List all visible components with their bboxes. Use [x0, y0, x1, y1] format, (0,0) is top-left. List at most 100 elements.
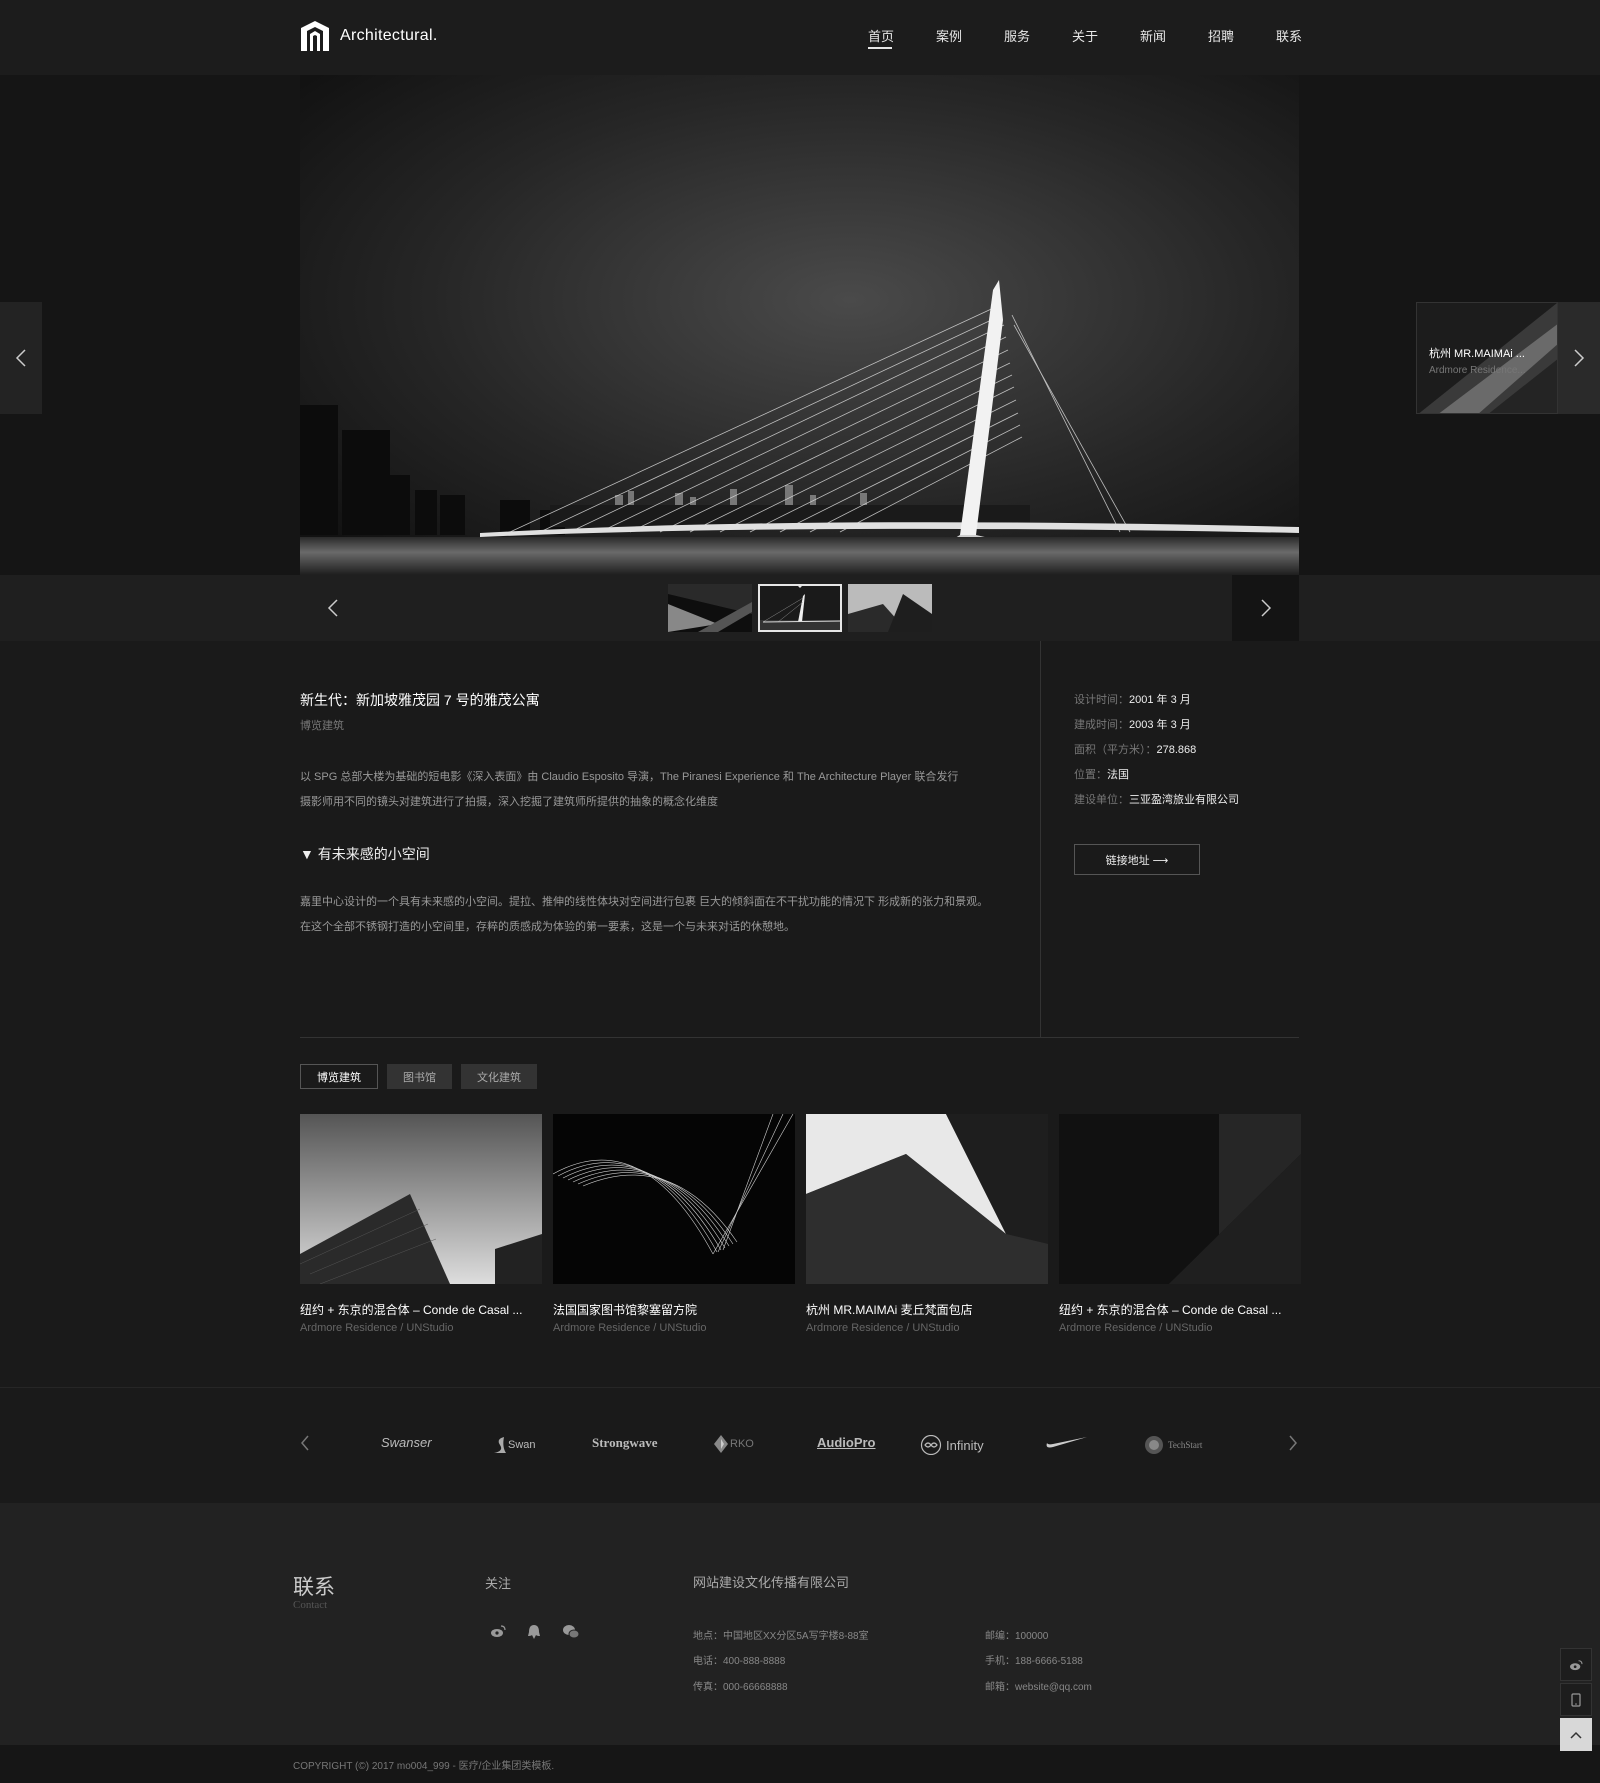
body-text-2: 在这个全部不锈钢打造的小空间里，存粹的质感成为体验的第一要素，这是一个与未来对话…	[300, 921, 795, 933]
float-mobile-button[interactable]	[1560, 1683, 1592, 1716]
site-header: Architectural. 首页 案例 服务 关于 新闻 招聘 联系	[0, 0, 1600, 75]
hero-prev-button[interactable]	[0, 302, 42, 414]
nav-item-contact[interactable]: 联系	[1276, 26, 1344, 45]
intro-text-1: 以 SPG 总部大楼为基础的短电影《深入表面》由 Claudio Esposit…	[300, 771, 959, 783]
wechat-icon[interactable]	[562, 1624, 580, 1640]
footer-contact-title: 联系	[293, 1575, 335, 1599]
brands-next-button[interactable]	[1288, 1434, 1298, 1457]
nav-item-news[interactable]: 新闻	[1140, 26, 1208, 45]
thumbnail-1[interactable]	[668, 584, 752, 632]
meta-location: 位置：法国	[1074, 769, 1129, 781]
brand-strongwave[interactable]: Strongwave	[592, 1435, 657, 1451]
brand-nike[interactable]	[1045, 1435, 1087, 1449]
card-title: 纽约 + 东京的混合体 – Conde de Casal ...	[300, 1303, 523, 1317]
techstart-badge-icon	[1145, 1436, 1163, 1454]
main-nav: 首页 案例 服务 关于 新闻 招聘 联系	[868, 26, 1344, 49]
floating-toolbar	[1560, 1648, 1592, 1753]
card-title: 法国国家图书馆黎塞留方院	[553, 1303, 698, 1317]
card-subtitle: Ardmore Residence / UNStudio	[806, 1322, 960, 1334]
thumbnail-list	[668, 584, 932, 632]
chevron-left-icon	[327, 599, 338, 617]
card-subtitle: Ardmore Residence / UNStudio	[553, 1322, 707, 1334]
logo[interactable]: Architectural.	[299, 20, 438, 52]
meta-design-time: 设计时间：2001 年 3 月	[1074, 694, 1191, 706]
brand-rko[interactable]: RKO	[714, 1435, 754, 1453]
copyright-text: COPYRIGHT (©) 2017 mo004_999 - 医疗/企业集团类模…	[293, 1761, 555, 1772]
footer-contact-subtitle: Contact	[293, 1599, 328, 1611]
brands-prev-button[interactable]	[300, 1434, 310, 1457]
chevron-left-icon	[301, 1435, 309, 1451]
float-weibo-button[interactable]	[1560, 1648, 1592, 1681]
project-meta: 设计时间：2001 年 3 月 建成时间：2003 年 3 月 面积（平方米）：…	[1074, 688, 1239, 813]
brand-infinity-label: Infinity	[946, 1437, 984, 1453]
tab-expo-architecture[interactable]: 博览建筑	[300, 1064, 378, 1089]
nav-item-services[interactable]: 服务	[1004, 26, 1072, 45]
footer-phone: 电话：400-888-8888	[693, 1656, 786, 1667]
back-to-top-button[interactable]	[1560, 1718, 1592, 1751]
section-heading: ▼ 有未来感的小空间	[300, 846, 430, 862]
card-title: 纽约 + 东京的混合体 – Conde de Casal ...	[1059, 1303, 1282, 1317]
meta-built-time: 建成时间：2003 年 3 月	[1074, 719, 1191, 731]
chevron-right-icon	[1260, 599, 1271, 617]
nav-item-home[interactable]: 首页	[868, 26, 936, 49]
mobile-icon	[1571, 1692, 1581, 1707]
thumbnail-3[interactable]	[848, 584, 932, 632]
nike-swoosh-icon	[1046, 1437, 1087, 1448]
infinity-icon	[920, 1435, 942, 1455]
arrow-up-icon	[1570, 1731, 1582, 1739]
project-category: 博览建筑	[300, 720, 344, 732]
thumbs-next-button[interactable]	[1232, 575, 1299, 641]
footer-follow-title: 关注	[485, 1576, 512, 1591]
footer-fax: 传真：000-66668888	[693, 1682, 788, 1693]
hero-next-button[interactable]	[1558, 302, 1600, 414]
intro-text-2: 摄影师用不同的镜头对建筑进行了拍摄，深入挖掘了建筑师所提供的抽象的概念化维度	[300, 796, 718, 808]
card-image	[553, 1114, 795, 1284]
nav-item-jobs[interactable]: 招聘	[1208, 26, 1276, 45]
next-preview-thumbnail: 杭州 MR.MAIMAi ... Ardmore Residence...	[1416, 302, 1558, 414]
qq-icon[interactable]	[526, 1624, 542, 1640]
tab-cultural-architecture[interactable]: 文化建筑	[461, 1064, 537, 1089]
vertical-divider	[1040, 641, 1041, 1038]
next-preview-title: 杭州 MR.MAIMAi ...	[1429, 348, 1525, 360]
card-subtitle: Ardmore Residence / UNStudio	[1059, 1322, 1213, 1334]
brand-swan-label: Swan	[508, 1439, 536, 1451]
footer-email[interactable]: 邮箱：website@qq.com	[985, 1678, 1092, 1693]
tab-library[interactable]: 图书馆	[387, 1064, 452, 1089]
brand-swanser[interactable]: Swanser	[381, 1435, 432, 1450]
weibo-icon[interactable]	[490, 1624, 506, 1638]
brand-swan[interactable]: Swan	[492, 1435, 536, 1455]
brand-audiopro[interactable]: AudioPro	[817, 1435, 876, 1450]
brand-rko-label: RKO	[730, 1438, 754, 1450]
brand-techstart[interactable]: TechStart	[1144, 1435, 1202, 1455]
project-card[interactable]: 法国国家图书馆黎塞留方院 Ardmore Residence / UNStudi…	[553, 1114, 795, 1334]
meta-builder: 建设单位：三亚盈湾旅业有限公司	[1074, 794, 1239, 806]
chevron-right-icon	[1574, 349, 1585, 367]
thumbnail-2[interactable]	[758, 584, 842, 632]
brand-techstart-label: TechStart	[1168, 1440, 1203, 1450]
weibo-icon	[1570, 1659, 1583, 1670]
thumbs-prev-button[interactable]	[300, 575, 366, 641]
horizontal-divider	[300, 1037, 1299, 1038]
brand-infinity[interactable]: Infinity	[920, 1435, 984, 1455]
card-image	[1059, 1114, 1301, 1284]
project-card[interactable]: 纽约 + 东京的混合体 – Conde de Casal ... Ardmore…	[1059, 1114, 1301, 1334]
footer-postcode: 邮编：100000	[985, 1631, 1049, 1642]
project-title: 新生代：新加坡雅茂园 7 号的雅茂公寓	[300, 692, 540, 708]
next-preview-subtitle: Ardmore Residence...	[1429, 365, 1526, 376]
copyright-bar: COPYRIGHT (©) 2017 mo004_999 - 医疗/企业集团类模…	[0, 1745, 1600, 1783]
link-address-button[interactable]: 链接地址 ⟶	[1074, 844, 1200, 875]
category-tabs: 博览建筑 图书馆 文化建筑	[300, 1064, 537, 1089]
card-subtitle: Ardmore Residence / UNStudio	[300, 1322, 454, 1334]
project-card[interactable]: 纽约 + 东京的混合体 – Conde de Casal ... Ardmore…	[300, 1114, 542, 1334]
thumbnail-bar	[0, 575, 1600, 641]
footer-company-name: 网站建设文化传播有限公司	[693, 1575, 850, 1590]
project-cards: 纽约 + 东京的混合体 – Conde de Casal ... Ardmore…	[300, 1114, 1301, 1334]
card-title: 杭州 MR.MAIMAi 麦丘梵面包店	[806, 1303, 973, 1317]
nav-item-cases[interactable]: 案例	[936, 26, 1004, 45]
social-icons	[490, 1624, 580, 1640]
nav-item-about[interactable]: 关于	[1072, 26, 1140, 45]
chevron-left-icon	[15, 349, 26, 367]
hero-next-preview[interactable]: 杭州 MR.MAIMAi ... Ardmore Residence...	[1416, 302, 1600, 414]
body-text-1: 嘉里中心设计的一个具有未来感的小空间。提拉、推伸的线性体块对空间进行包裹 巨大的…	[300, 896, 989, 908]
project-card[interactable]: 杭州 MR.MAIMAi 麦丘梵面包店 Ardmore Residence / …	[806, 1114, 1048, 1334]
